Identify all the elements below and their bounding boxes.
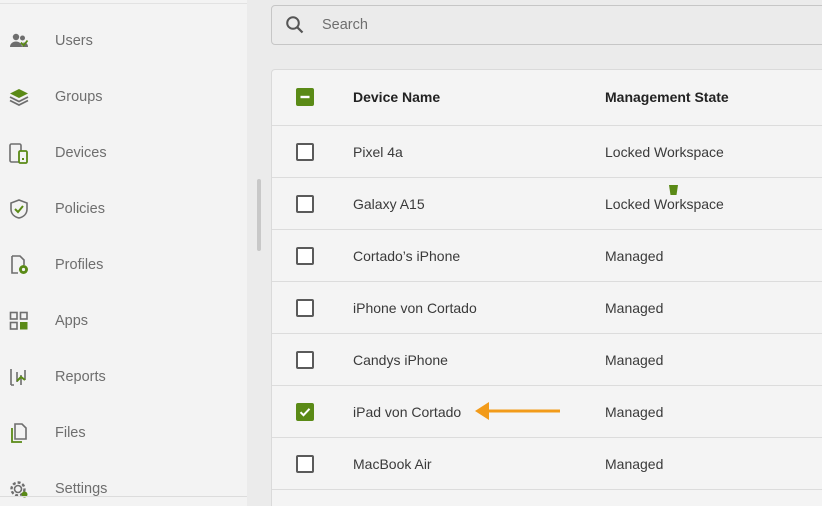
table-row[interactable]: Candys iPhone Managed bbox=[272, 334, 822, 386]
layers-icon bbox=[8, 86, 30, 108]
sidebar-item-devices[interactable]: Devices bbox=[0, 125, 247, 181]
table-row[interactable]: Galaxy A15 Locked Workspace bbox=[272, 178, 822, 230]
checkmark-icon bbox=[299, 408, 311, 417]
table-row[interactable]: Cortado’s iPhone Managed bbox=[272, 230, 822, 282]
row-checkbox[interactable] bbox=[296, 299, 314, 317]
sidebar-item-apps[interactable]: Apps bbox=[0, 293, 247, 349]
management-state-cell: Managed bbox=[605, 300, 664, 316]
files-icon bbox=[8, 422, 30, 444]
sidebar-item-groups[interactable]: Groups bbox=[0, 69, 247, 125]
sidebar-item-users[interactable]: Users bbox=[0, 13, 247, 69]
search-input[interactable] bbox=[322, 15, 802, 35]
management-state-cell: Managed bbox=[605, 352, 664, 368]
table-row[interactable]: Pixel 4a Locked Workspace bbox=[272, 126, 822, 178]
select-all-checkbox[interactable] bbox=[296, 88, 314, 106]
table-row[interactable]: MacBook Air Managed bbox=[272, 438, 822, 490]
device-table: Device Name Management State Pixel 4a Lo… bbox=[271, 69, 822, 506]
management-state-cell: Locked Workspace bbox=[605, 196, 724, 212]
sidebar-item-label: Devices bbox=[55, 145, 107, 161]
sidebar-item-label: Policies bbox=[55, 201, 105, 217]
users-icon bbox=[8, 30, 30, 52]
reports-chart-icon bbox=[8, 366, 30, 388]
search-box[interactable] bbox=[271, 5, 822, 45]
column-header-management-state[interactable]: Management State bbox=[605, 89, 729, 105]
sidebar-item-settings[interactable]: Settings bbox=[0, 461, 247, 506]
sidebar-item-policies[interactable]: Policies bbox=[0, 181, 247, 237]
divider bbox=[0, 3, 247, 4]
device-name-cell: MacBook Air bbox=[353, 456, 432, 472]
minus-icon bbox=[300, 95, 310, 99]
profile-gear-icon bbox=[8, 254, 30, 276]
row-checkbox[interactable] bbox=[296, 247, 314, 265]
device-name-cell: Pixel 4a bbox=[353, 144, 403, 160]
sidebar-item-files[interactable]: Files bbox=[0, 405, 247, 461]
device-name-cell: Cortado’s iPhone bbox=[353, 248, 461, 264]
annotation-arrow-icon bbox=[475, 402, 560, 420]
row-checkbox[interactable] bbox=[296, 195, 314, 213]
cursor-marker-icon bbox=[669, 185, 678, 195]
sidebar-item-label: Groups bbox=[55, 89, 103, 105]
sidebar-item-profiles[interactable]: Profiles bbox=[0, 237, 247, 293]
divider bbox=[0, 496, 247, 497]
row-checkbox[interactable] bbox=[296, 455, 314, 473]
sidebar-item-label: Profiles bbox=[55, 257, 104, 273]
shield-check-icon bbox=[8, 198, 30, 220]
apps-grid-icon bbox=[8, 310, 30, 332]
sidebar: Users Groups Devices Policies Profiles A… bbox=[0, 0, 247, 506]
sidebar-item-label: Apps bbox=[55, 313, 89, 329]
sidebar-item-label: Files bbox=[55, 425, 86, 441]
device-name-cell: iPad von Cortado bbox=[353, 404, 462, 420]
column-header-device-name[interactable]: Device Name bbox=[353, 89, 440, 105]
management-state-cell: Managed bbox=[605, 456, 664, 472]
device-name-cell: Candys iPhone bbox=[353, 352, 448, 368]
sidebar-item-label: Settings bbox=[55, 481, 108, 497]
management-state-cell: Locked Workspace bbox=[605, 144, 724, 160]
devices-icon bbox=[8, 142, 30, 164]
row-checkbox[interactable] bbox=[296, 403, 314, 421]
device-name-cell: iPhone von Cortado bbox=[353, 300, 477, 316]
sidebar-item-label: Users bbox=[55, 33, 93, 49]
sidebar-item-label: Reports bbox=[55, 369, 106, 385]
table-header-row: Device Name Management State bbox=[272, 70, 822, 126]
sidebar-scrollbar[interactable] bbox=[257, 179, 261, 251]
management-state-cell: Managed bbox=[605, 404, 664, 420]
row-checkbox[interactable] bbox=[296, 351, 314, 369]
sidebar-item-reports[interactable]: Reports bbox=[0, 349, 247, 405]
row-checkbox[interactable] bbox=[296, 143, 314, 161]
search-icon bbox=[286, 16, 304, 34]
device-name-cell: Galaxy A15 bbox=[353, 196, 425, 212]
table-row[interactable]: iPhone von Cortado Managed bbox=[272, 282, 822, 334]
management-state-cell: Managed bbox=[605, 248, 664, 264]
